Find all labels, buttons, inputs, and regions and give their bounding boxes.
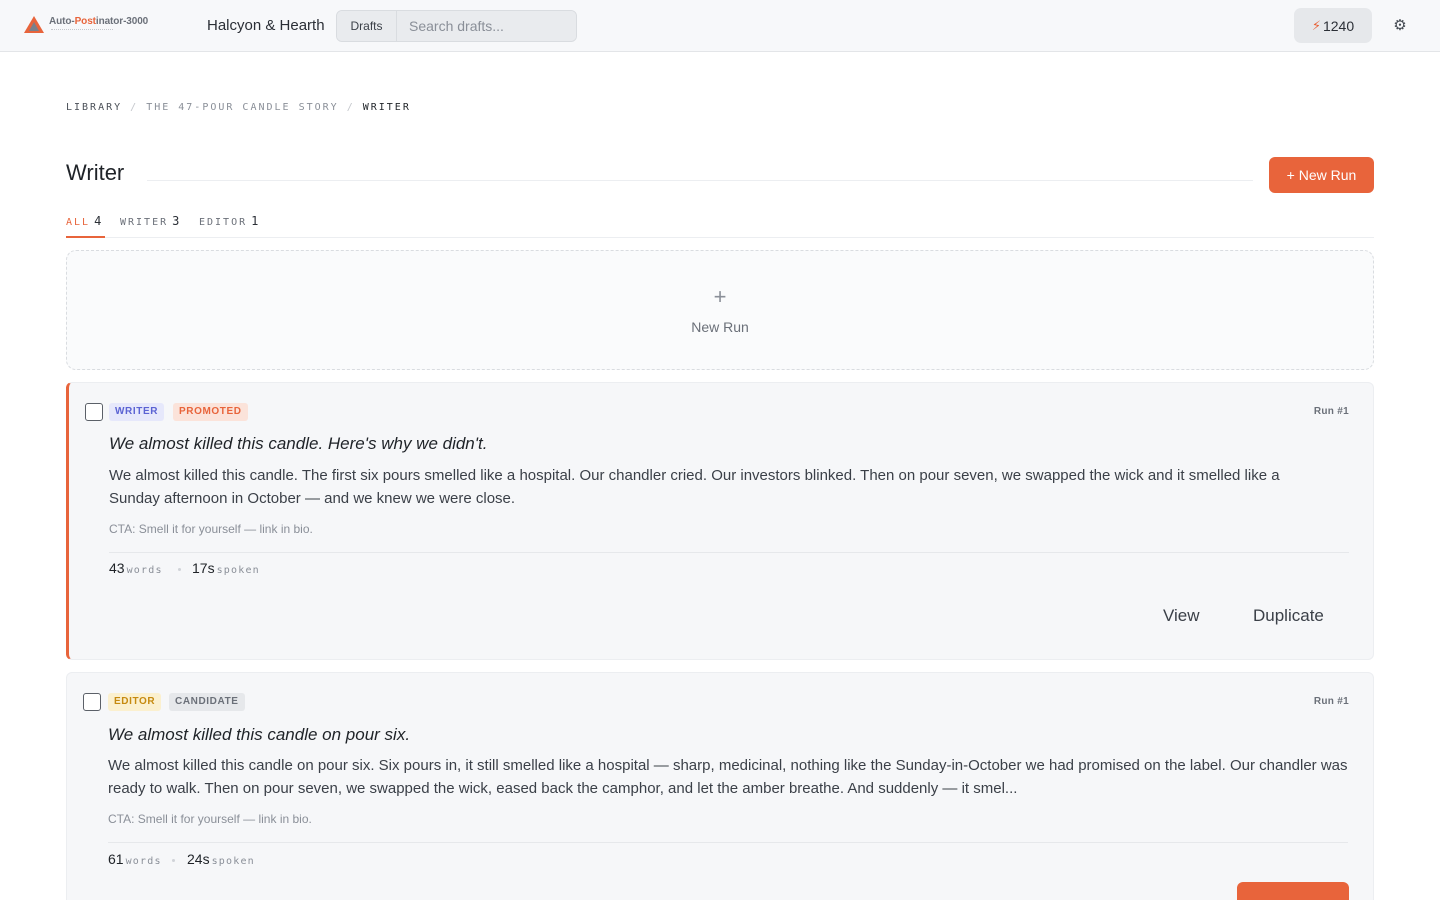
search-input[interactable] <box>397 11 576 41</box>
logo-underline <box>51 29 113 30</box>
breadcrumb: LIBRARY / THE 47-POUR CANDLE STORY / WRITER <box>66 102 411 113</box>
tab-count: 4 <box>94 214 102 228</box>
promote-button[interactable] <box>1237 882 1349 900</box>
role-badge: EDITOR <box>108 693 162 711</box>
card-divider <box>108 842 1348 843</box>
run-id: Run #1 <box>1313 696 1349 707</box>
search-scope-select[interactable]: Drafts <box>337 11 397 41</box>
logo-triangle-icon <box>24 16 44 33</box>
view-button[interactable]: View <box>1163 606 1200 626</box>
app-name: Auto-Postinator-3000 <box>49 16 149 27</box>
workspace-name[interactable]: Halcyon & Hearth <box>207 17 325 34</box>
plus-icon: + <box>713 284 727 309</box>
run-body: We almost killed this candle on pour six… <box>108 757 1348 797</box>
top-bar: Auto-Postinator-3000 Halcyon & Hearth Dr… <box>0 0 1440 52</box>
duplicate-button[interactable]: Duplicate <box>1253 606 1324 626</box>
search-bar: Drafts <box>336 10 577 42</box>
app-logo[interactable]: Auto-Postinator-3000 <box>23 15 163 37</box>
spoken-duration: 24s spoken <box>187 851 255 869</box>
run-id: Run #1 <box>1313 406 1349 417</box>
filter-tabs: ALL 4 WRITER 3 EDITOR 1 <box>66 214 1374 238</box>
tab-label: ALL <box>66 217 91 228</box>
tab-label: EDITOR <box>199 217 248 228</box>
breadcrumb-separator: / <box>130 102 139 113</box>
card-divider <box>109 552 1349 553</box>
breadcrumb-current: WRITER <box>362 102 411 113</box>
word-count-unit: words <box>126 565 163 576</box>
role-badge: WRITER <box>109 403 165 421</box>
stat-separator <box>178 568 181 571</box>
spoken-unit: spoken <box>216 565 260 576</box>
breadcrumb-library[interactable]: LIBRARY <box>66 102 122 113</box>
word-count-value: 43 <box>109 560 125 576</box>
breadcrumb-separator: / <box>346 102 355 113</box>
stat-separator <box>172 859 175 862</box>
new-run-label: New Run <box>691 319 749 335</box>
spoken-unit: spoken <box>211 856 255 867</box>
tab-all[interactable]: ALL 4 <box>66 214 105 238</box>
status-badge: CANDIDATE <box>169 693 245 711</box>
run-card[interactable]: WRITER PROMOTED Run #1 We almost killed … <box>66 382 1374 660</box>
word-count: 61 words <box>108 851 162 869</box>
tab-count: 1 <box>251 214 259 228</box>
word-count-value: 61 <box>108 851 124 867</box>
spoken-duration: 17s spoken <box>192 560 260 578</box>
run-cta: CTA: Smell it for yourself — link in bio… <box>108 812 312 826</box>
run-hook: We almost killed this candle. Here's why… <box>109 434 488 453</box>
new-run-button[interactable]: + New Run <box>1269 157 1374 193</box>
tab-writer[interactable]: WRITER 3 <box>120 214 179 238</box>
page-title: Writer <box>66 160 125 185</box>
spoken-value: 24s <box>187 851 210 867</box>
run-body: We almost killed this candle. The first … <box>109 467 1280 507</box>
lightning-icon: ⚡ <box>1311 17 1321 33</box>
tab-editor[interactable]: EDITOR 1 <box>199 214 258 238</box>
spoken-value: 17s <box>192 560 215 576</box>
word-count-unit: words <box>125 856 162 867</box>
run-cta: CTA: Smell it for yourself — link in bio… <box>109 522 313 536</box>
run-card[interactable]: EDITOR CANDIDATE Run #1 We almost killed… <box>66 672 1374 900</box>
select-checkbox[interactable] <box>85 403 103 421</box>
run-hook: We almost killed this candle on pour six… <box>108 725 411 744</box>
gear-icon[interactable]: ⚙ <box>1390 16 1410 36</box>
word-count: 43 words <box>109 560 163 578</box>
tab-label: WRITER <box>120 217 169 228</box>
status-badge: PROMOTED <box>173 403 248 421</box>
new-run-dropzone[interactable]: + New Run <box>66 250 1374 370</box>
title-divider <box>147 180 1253 181</box>
breadcrumb-project[interactable]: THE 47-POUR CANDLE STORY <box>146 102 339 113</box>
credits-count: 1240 <box>1322 17 1355 34</box>
tab-count: 3 <box>172 214 180 228</box>
credits-badge[interactable]: ⚡ 1240 <box>1294 8 1372 43</box>
select-checkbox[interactable] <box>83 693 101 711</box>
